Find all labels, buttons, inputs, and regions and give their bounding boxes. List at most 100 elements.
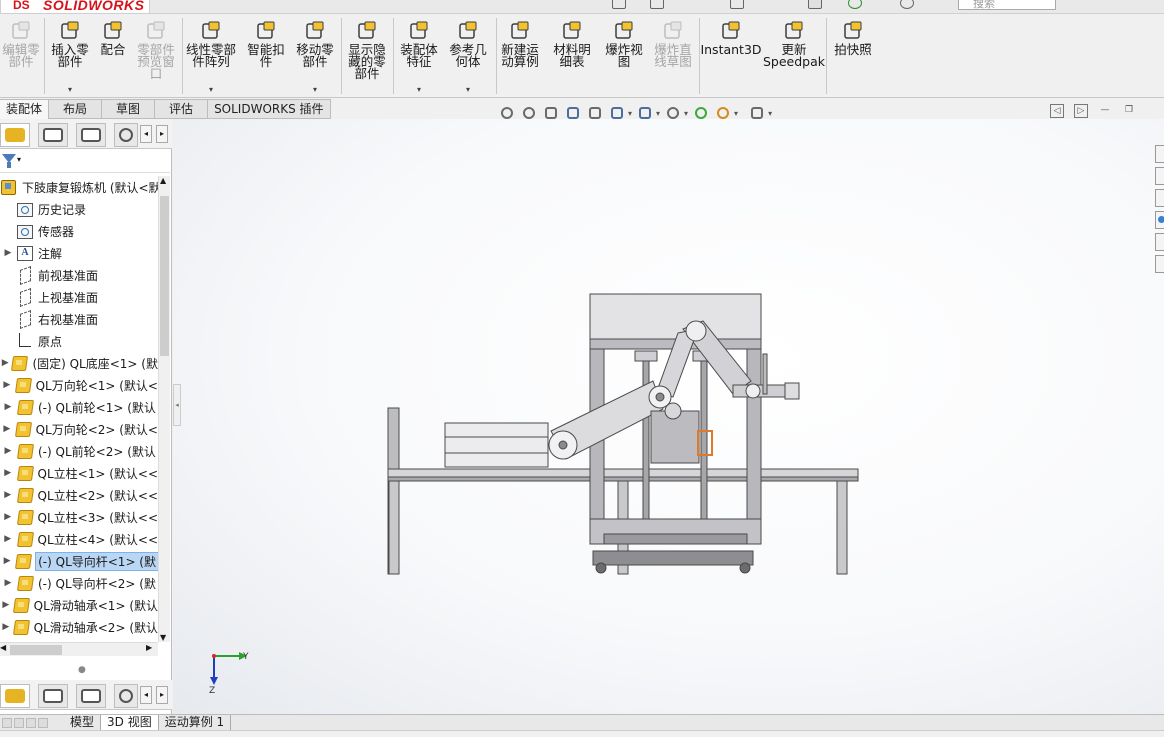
scroll-down-icon[interactable]: ▼: [160, 633, 166, 642]
tree-item[interactable]: ▶ (-) QL前轮<2> (默认: [0, 440, 158, 462]
chevron-down-icon[interactable]: ▾: [768, 109, 772, 118]
tab-navigation-arrows[interactable]: [0, 715, 54, 730]
tree-item[interactable]: 原点: [0, 330, 158, 352]
new-file-icon[interactable]: [612, 0, 626, 9]
task-pane-appearances-icon[interactable]: [1155, 255, 1164, 273]
rebuild-icon[interactable]: [848, 0, 862, 9]
tree-item[interactable]: ▶ QL立柱<4> (默认<<: [0, 528, 158, 550]
tree-item[interactable]: ▶ QL立柱<2> (默认<<: [0, 484, 158, 506]
expand-arrow-icon[interactable]: ▶: [0, 446, 16, 456]
tab-model[interactable]: 模型: [64, 715, 102, 730]
tabs-scroll-left[interactable]: ◂: [140, 125, 152, 143]
configuration-manager-tab[interactable]: [76, 123, 106, 147]
feature-manager-tab[interactable]: [0, 684, 30, 708]
expand-arrow-icon[interactable]: ▶: [0, 622, 12, 632]
expand-arrow-icon[interactable]: ▶: [0, 578, 16, 588]
print-icon[interactable]: [730, 0, 744, 9]
filter-icon[interactable]: [2, 154, 16, 168]
chevron-down-icon[interactable]: ▾: [628, 109, 632, 118]
expand-arrow-icon[interactable]: ▶: [0, 534, 16, 544]
tree-item[interactable]: ▶ QL立柱<1> (默认<<: [0, 462, 158, 484]
open-file-icon[interactable]: [650, 0, 664, 9]
chevron-down-icon[interactable]: ▾: [209, 85, 213, 94]
feature-manager-tab[interactable]: [0, 123, 30, 147]
select-icon[interactable]: [808, 0, 822, 9]
cmd-button-15[interactable]: 更新 Speedpak: [762, 20, 826, 98]
task-pane-home-icon[interactable]: [1155, 145, 1164, 163]
tab-3d-views[interactable]: 3D 视图: [101, 715, 159, 730]
assembly-model[interactable]: Y Z: [173, 119, 1164, 715]
tree-item[interactable]: ▶ (-) QL前轮<1> (默认: [0, 396, 158, 418]
tree-item[interactable]: ▶ QL滑动轴承<1> (默认: [0, 594, 158, 616]
expand-arrow-icon[interactable]: ▶: [0, 358, 10, 368]
tabs-scroll-left[interactable]: ◂: [140, 686, 152, 704]
configuration-manager-tab[interactable]: [76, 684, 106, 708]
tree-item[interactable]: ▶ QL滑动轴承<2> (默认: [0, 616, 158, 638]
property-manager-tab[interactable]: [38, 123, 68, 147]
restore-icon[interactable]: ❐: [1122, 104, 1136, 118]
tabs-scroll-right[interactable]: ▸: [156, 125, 168, 143]
dimxpert-tab[interactable]: [114, 123, 138, 147]
tree-item[interactable]: 上视基准面: [0, 286, 158, 308]
previous-window-icon[interactable]: ◁: [1050, 104, 1064, 118]
graphics-area[interactable]: Y Z ◂: [173, 119, 1164, 715]
tab-evaluate[interactable]: 评估: [155, 99, 209, 119]
tab-layout[interactable]: 布局: [49, 99, 103, 119]
tree-horizontal-scrollbar[interactable]: ◀ ▶: [0, 642, 158, 656]
tree-item[interactable]: ▶ (-) QL导向杆<1> (默: [0, 550, 158, 572]
task-pane-file-explorer-icon[interactable]: [1155, 211, 1164, 229]
expand-arrow-icon[interactable]: ▶: [0, 424, 14, 434]
expand-arrow-icon[interactable]: ▶: [0, 402, 16, 412]
tab-assembly[interactable]: 装配体: [0, 99, 50, 119]
task-pane-design-library-icon[interactable]: [1155, 189, 1164, 207]
tree-vertical-scrollbar[interactable]: ▲ ▼: [158, 176, 170, 642]
tree-item[interactable]: ▶ 注解: [0, 242, 158, 264]
scroll-up-icon[interactable]: ▲: [160, 176, 166, 185]
expand-arrow-icon[interactable]: ▶: [0, 248, 16, 258]
chevron-down-icon[interactable]: ▾: [684, 109, 688, 118]
scroll-left-icon[interactable]: ◀: [0, 643, 6, 652]
expand-arrow-icon[interactable]: ▶: [0, 556, 14, 566]
property-manager-tab[interactable]: [38, 684, 68, 708]
cmd-button-13[interactable]: 爆炸直 线草图: [641, 20, 705, 98]
next-window-icon[interactable]: ▷: [1074, 104, 1088, 118]
search-input[interactable]: 搜索: [958, 0, 1056, 10]
chevron-down-icon[interactable]: ▾: [417, 85, 421, 94]
tree-item[interactable]: 传感器: [0, 220, 158, 242]
minimize-icon[interactable]: —: [1098, 104, 1112, 118]
scroll-thumb[interactable]: [160, 196, 169, 356]
tab-sketch[interactable]: 草图: [102, 99, 156, 119]
panel-collapse-handle[interactable]: ◂: [173, 384, 181, 426]
tree-item[interactable]: ▶ QL万向轮<2> (默认<: [0, 418, 158, 440]
chevron-down-icon[interactable]: ▾: [68, 85, 72, 94]
expand-arrow-icon[interactable]: ▶: [0, 380, 14, 390]
chevron-down-icon[interactable]: ▾: [313, 85, 317, 94]
tree-item[interactable]: 前视基准面: [0, 264, 158, 286]
tree-item[interactable]: ▶ (固定) QL底座<1> (默: [0, 352, 158, 374]
solidworks-logo[interactable]: DS SOLIDWORKS: [0, 0, 150, 14]
chevron-down-icon[interactable]: ▾: [466, 85, 470, 94]
tree-item[interactable]: 右视基准面: [0, 308, 158, 330]
dimxpert-tab[interactable]: [114, 684, 138, 708]
expand-arrow-icon[interactable]: ▶: [0, 512, 16, 522]
tab-solidworks-addins[interactable]: SOLIDWORKS 插件: [208, 99, 331, 119]
chevron-down-icon[interactable]: ▾: [656, 109, 660, 118]
tree-item[interactable]: 历史记录: [0, 198, 158, 220]
tree-root-assembly[interactable]: 下肢康复锻炼机 (默认<默: [0, 176, 158, 198]
cmd-button-16[interactable]: 拍快照: [821, 20, 885, 98]
task-pane-view-palette-icon[interactable]: [1155, 233, 1164, 251]
expand-arrow-icon[interactable]: ▶: [0, 468, 16, 478]
tab-motion-study-1[interactable]: 运动算例 1: [159, 715, 232, 730]
task-pane-resources-icon[interactable]: [1155, 167, 1164, 185]
splitter-handle[interactable]: ●: [78, 665, 86, 675]
scroll-right-icon[interactable]: ▶: [146, 643, 152, 652]
tree-item[interactable]: ▶ QL立柱<3> (默认<<: [0, 506, 158, 528]
chevron-down-icon[interactable]: ▾: [734, 109, 738, 118]
expand-arrow-icon[interactable]: ▶: [0, 490, 16, 500]
tabs-scroll-right[interactable]: ▸: [156, 686, 168, 704]
cmd-button-14[interactable]: Instant3D: [699, 20, 763, 98]
chevron-down-icon[interactable]: ▾: [17, 155, 21, 164]
expand-arrow-icon[interactable]: ▶: [0, 600, 12, 610]
tree-item[interactable]: ▶ QL万向轮<1> (默认<: [0, 374, 158, 396]
tree-item[interactable]: ▶ (-) QL导向杆<2> (默: [0, 572, 158, 594]
